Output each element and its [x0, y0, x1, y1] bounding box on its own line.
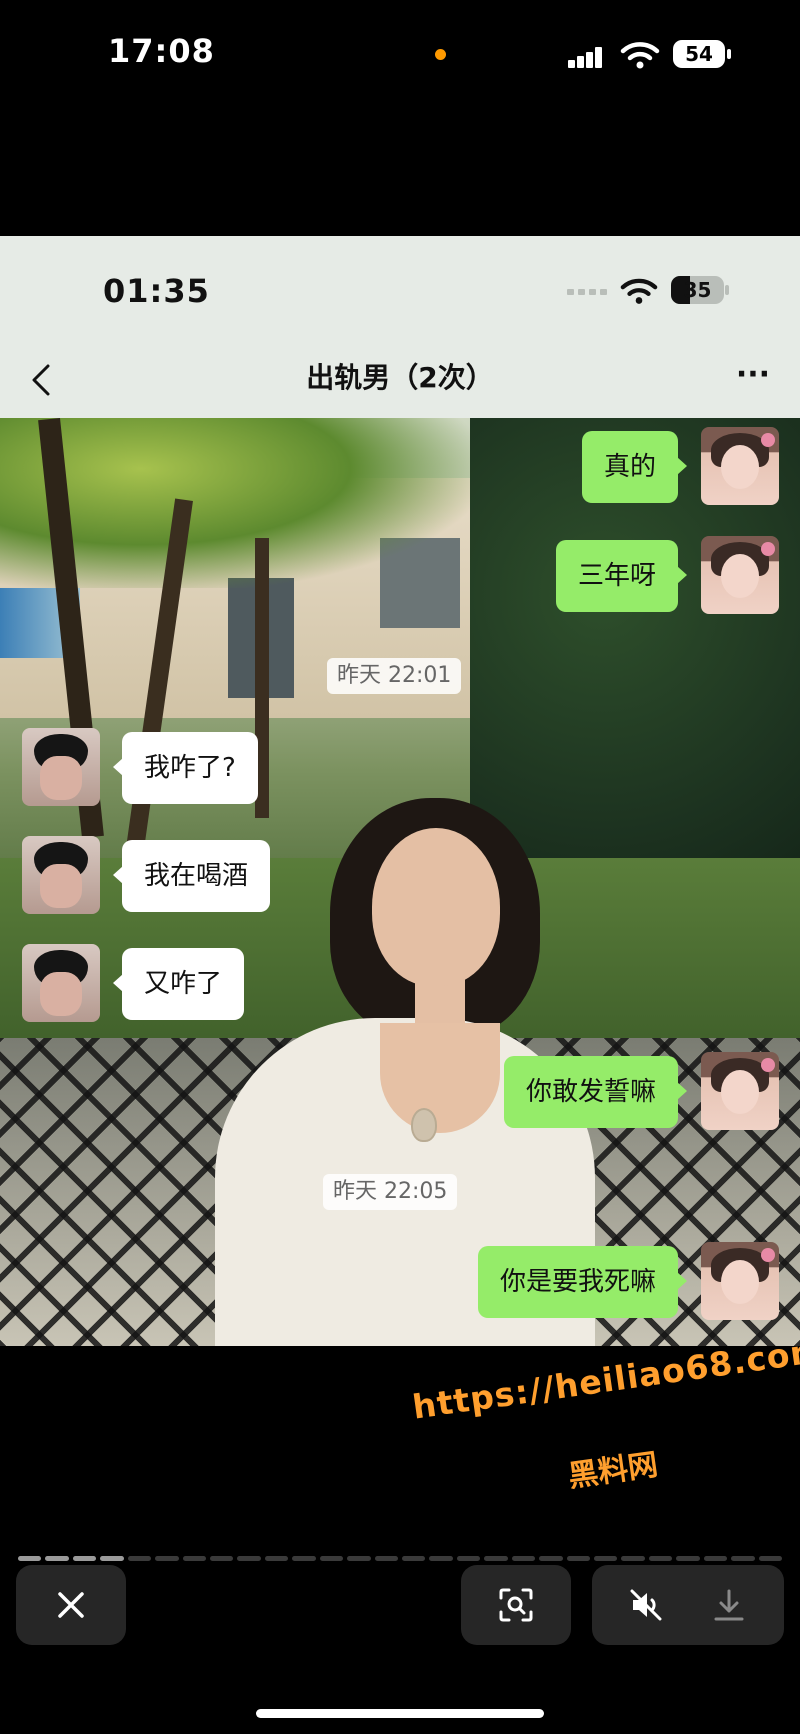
progress-segment	[237, 1556, 261, 1561]
message-bubble-outgoing[interactable]: 真的	[581, 431, 688, 503]
message-timestamp: 昨天 22:01	[327, 658, 462, 694]
battery-tip	[727, 49, 731, 59]
progress-segment	[566, 1556, 590, 1561]
pendant-necklace	[411, 1108, 437, 1142]
visual-search-button[interactable]	[461, 1565, 571, 1645]
progress-segment	[676, 1556, 700, 1561]
close-icon	[58, 1592, 84, 1618]
progress-segment	[456, 1556, 481, 1561]
cellular-signal-icon	[568, 46, 604, 68]
more-icon[interactable]: ···	[728, 360, 778, 400]
progress-segment	[182, 1556, 206, 1561]
self-avatar[interactable]	[701, 427, 779, 505]
wifi-icon	[620, 42, 660, 69]
contact-avatar[interactable]	[22, 944, 100, 1022]
close-button[interactable]	[16, 1565, 126, 1645]
chat-header: 01:35 35 出轨男（2次） ···	[0, 236, 800, 418]
progress-segment	[264, 1556, 289, 1561]
progress-segment	[127, 1556, 152, 1561]
watermark-site-name: 黑料网	[566, 1447, 661, 1495]
self-avatar[interactable]	[701, 1242, 779, 1320]
progress-segment	[374, 1556, 398, 1561]
message-bubble-incoming[interactable]: 我在喝酒	[112, 840, 271, 912]
self-avatar[interactable]	[701, 1052, 779, 1130]
woman-face	[372, 828, 500, 986]
message-bubble-outgoing[interactable]: 你是要我死嘛	[477, 1246, 688, 1318]
progress-segment	[210, 1556, 234, 1561]
viewed-screenshot: 01:35 35 出轨男（2次） ··· 真的 三年呀 昨天 22:01 我咋了…	[0, 236, 800, 1346]
cellular-signal-icon	[567, 289, 607, 295]
progress-segment	[72, 1556, 97, 1561]
battery-tip	[725, 285, 729, 295]
outer-clock: 17:08	[108, 32, 215, 70]
inner-battery-indicator: 35	[671, 276, 724, 304]
story-progress-bar	[18, 1556, 782, 1561]
chat-title: 出轨男（2次）	[306, 361, 494, 394]
progress-segment	[648, 1556, 673, 1561]
message-timestamp: 昨天 22:05	[323, 1174, 458, 1210]
message-bubble-outgoing[interactable]: 三年呀	[555, 540, 688, 612]
progress-segment	[621, 1556, 645, 1561]
progress-segment	[484, 1556, 508, 1561]
outer-battery-indicator: 54	[673, 40, 725, 68]
wifi-icon	[620, 278, 658, 304]
progress-segment	[292, 1556, 316, 1561]
progress-segment	[347, 1556, 371, 1561]
download-icon[interactable]	[712, 1587, 746, 1623]
progress-segment	[18, 1556, 42, 1561]
speaker-muted-icon[interactable]	[628, 1587, 664, 1623]
visual-search-icon	[499, 1588, 533, 1622]
progress-segment	[758, 1556, 782, 1561]
message-bubble-incoming[interactable]: 我咋了?	[113, 732, 258, 804]
contact-avatar[interactable]	[22, 836, 100, 914]
progress-segment	[511, 1556, 536, 1561]
home-indicator[interactable]	[256, 1709, 544, 1718]
progress-segment	[731, 1556, 755, 1561]
outer-status-bar: 17:08 54	[0, 0, 800, 236]
contact-avatar[interactable]	[22, 728, 100, 806]
media-controls	[592, 1565, 784, 1645]
progress-segment	[703, 1556, 728, 1561]
progress-segment	[155, 1556, 179, 1561]
recording-indicator-dot	[435, 49, 446, 60]
progress-segment	[539, 1556, 563, 1561]
progress-segment	[429, 1556, 453, 1561]
progress-segment	[594, 1556, 618, 1561]
message-bubble-outgoing[interactable]: 你敢发誓嘛	[503, 1056, 688, 1128]
progress-segment	[45, 1556, 69, 1561]
self-avatar[interactable]	[701, 536, 779, 614]
progress-segment	[100, 1556, 124, 1561]
message-bubble-incoming[interactable]: 又咋了	[112, 948, 245, 1020]
progress-segment	[319, 1556, 344, 1561]
progress-segment	[402, 1556, 426, 1561]
inner-battery-label: 35	[683, 278, 712, 302]
inner-clock: 01:35	[103, 272, 210, 310]
